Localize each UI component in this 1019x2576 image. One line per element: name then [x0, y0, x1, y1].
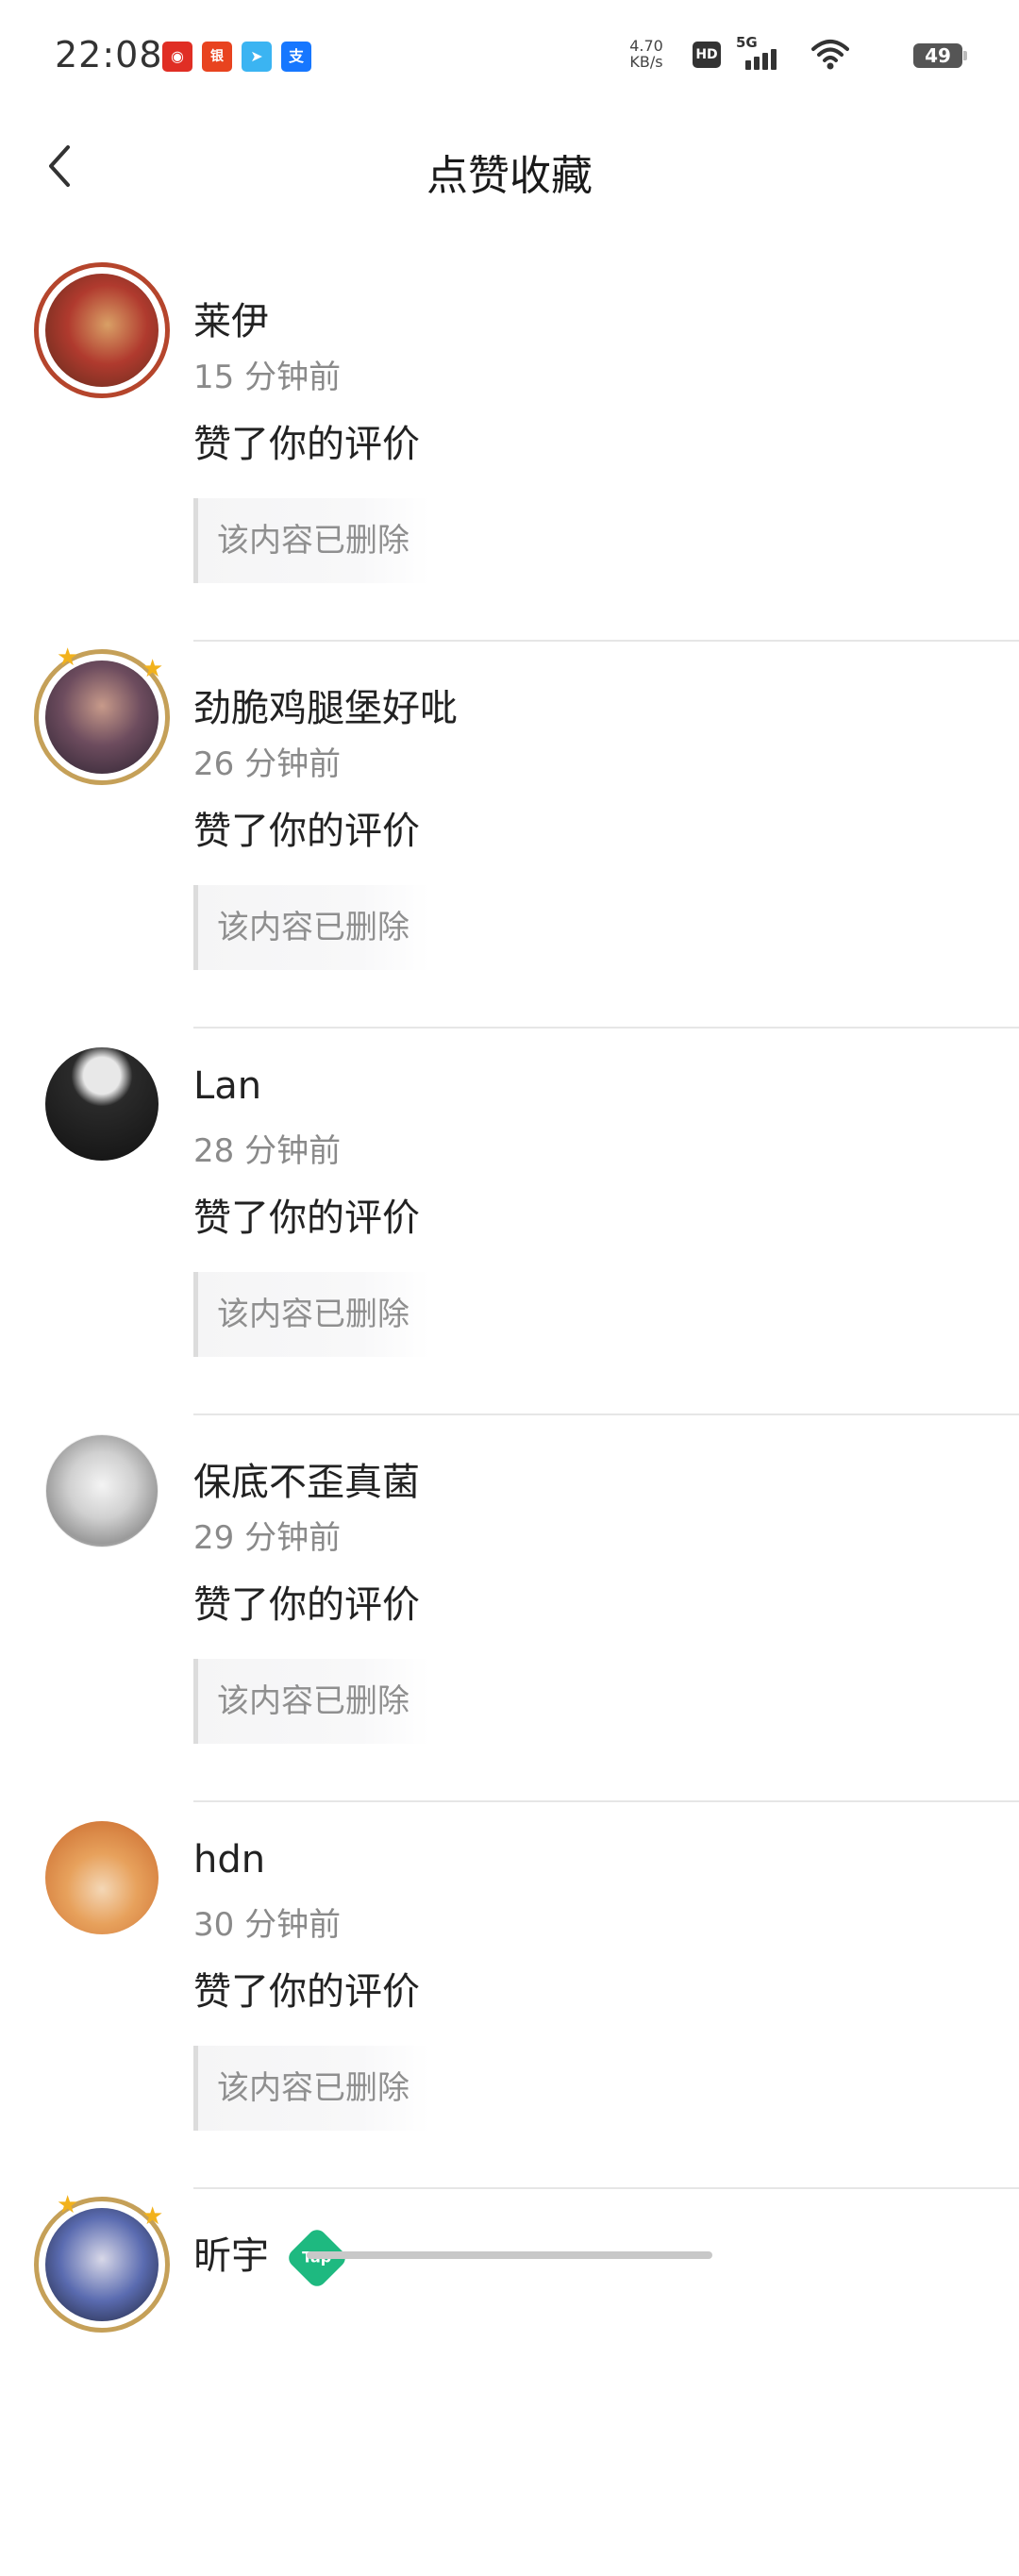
- action-text: 赞了你的评价: [193, 810, 420, 853]
- netease-music-icon: ◉: [162, 42, 192, 72]
- bank-app-icon: 银: [202, 42, 232, 72]
- network-speed: 4.70 KB/s: [623, 38, 670, 70]
- status-time: 22:08: [55, 34, 163, 75]
- alipay-icon: 支: [281, 42, 311, 72]
- timestamp: 26 分钟前: [193, 745, 342, 783]
- avatar[interactable]: [45, 1047, 159, 1161]
- star-icon: ★: [142, 2202, 164, 2231]
- notification-item[interactable]: ★ ★ 昕宇 Tap: [0, 2189, 1019, 2576]
- cellular-signal-icon: 5G: [736, 34, 783, 70]
- signal-bar: [754, 57, 760, 70]
- user-name[interactable]: 莱伊: [193, 291, 269, 345]
- user-name[interactable]: hdn: [193, 1838, 265, 1882]
- wifi-icon: [811, 40, 849, 70]
- status-bar: 22:08 ◉ 银 ➤ 支 4.70 KB/s HD 5G 49: [0, 0, 1019, 113]
- action-text: 赞了你的评价: [193, 1970, 420, 2014]
- user-name[interactable]: 保底不歪真菌: [193, 1451, 420, 1506]
- nav-bar: 点赞收藏: [0, 113, 1019, 226]
- battery-icon: 49: [913, 43, 967, 68]
- star-icon: ★: [142, 655, 164, 683]
- avatar[interactable]: [45, 661, 159, 774]
- home-indicator[interactable]: [307, 2251, 712, 2259]
- notification-item[interactable]: hdn 30 分钟前 赞了你的评价 该内容已删除: [0, 1802, 1019, 2189]
- quoted-content[interactable]: 该内容已删除: [193, 885, 429, 970]
- maps-app-icon: ➤: [242, 42, 272, 72]
- notification-item[interactable]: ★ ★ 劲脆鸡腿堡好吡 26 分钟前 赞了你的评价 该内容已删除: [0, 642, 1019, 1029]
- signal-bar: [762, 53, 768, 70]
- user-name-text: 昕宇: [193, 2234, 269, 2278]
- signal-bar: [745, 60, 751, 70]
- network-speed-unit: KB/s: [629, 53, 663, 71]
- avatar[interactable]: [45, 1434, 159, 1547]
- timestamp: 28 分钟前: [193, 1132, 342, 1170]
- avatar[interactable]: [45, 2208, 159, 2321]
- status-indicators: 4.70 KB/s HD 5G 49: [491, 34, 967, 74]
- action-text: 赞了你的评价: [193, 1196, 420, 1240]
- network-speed-value: 4.70: [629, 37, 663, 55]
- quoted-content[interactable]: 该内容已删除: [193, 498, 429, 583]
- quoted-content[interactable]: 该内容已删除: [193, 2046, 429, 2131]
- notification-list: 莱伊 15 分钟前 赞了你的评价 该内容已删除 ★ ★ 劲脆鸡腿堡好吡 26 分…: [0, 255, 1019, 2576]
- action-text: 赞了你的评价: [193, 1583, 420, 1627]
- timestamp: 29 分钟前: [193, 1519, 342, 1557]
- signal-bar: [771, 49, 777, 70]
- notification-item[interactable]: 保底不歪真菌 29 分钟前 赞了你的评价 该内容已删除: [0, 1415, 1019, 1802]
- timestamp: 30 分钟前: [193, 1906, 342, 1944]
- notification-item[interactable]: 莱伊 15 分钟前 赞了你的评价 该内容已删除: [0, 255, 1019, 642]
- hd-icon: HD: [693, 42, 721, 68]
- avatar[interactable]: [45, 274, 159, 387]
- quoted-content[interactable]: 该内容已删除: [193, 1272, 429, 1357]
- avatar[interactable]: [45, 1821, 159, 1934]
- action-text: 赞了你的评价: [193, 423, 420, 466]
- network-type-label: 5G: [736, 34, 758, 51]
- page-title: 点赞收藏: [426, 152, 593, 200]
- user-name[interactable]: Lan: [193, 1064, 261, 1108]
- notification-item[interactable]: Lan 28 分钟前 赞了你的评价 该内容已删除: [0, 1029, 1019, 1415]
- quoted-content[interactable]: 该内容已删除: [193, 1659, 429, 1744]
- user-name[interactable]: 劲脆鸡腿堡好吡: [193, 677, 458, 732]
- timestamp: 15 分钟前: [193, 359, 342, 396]
